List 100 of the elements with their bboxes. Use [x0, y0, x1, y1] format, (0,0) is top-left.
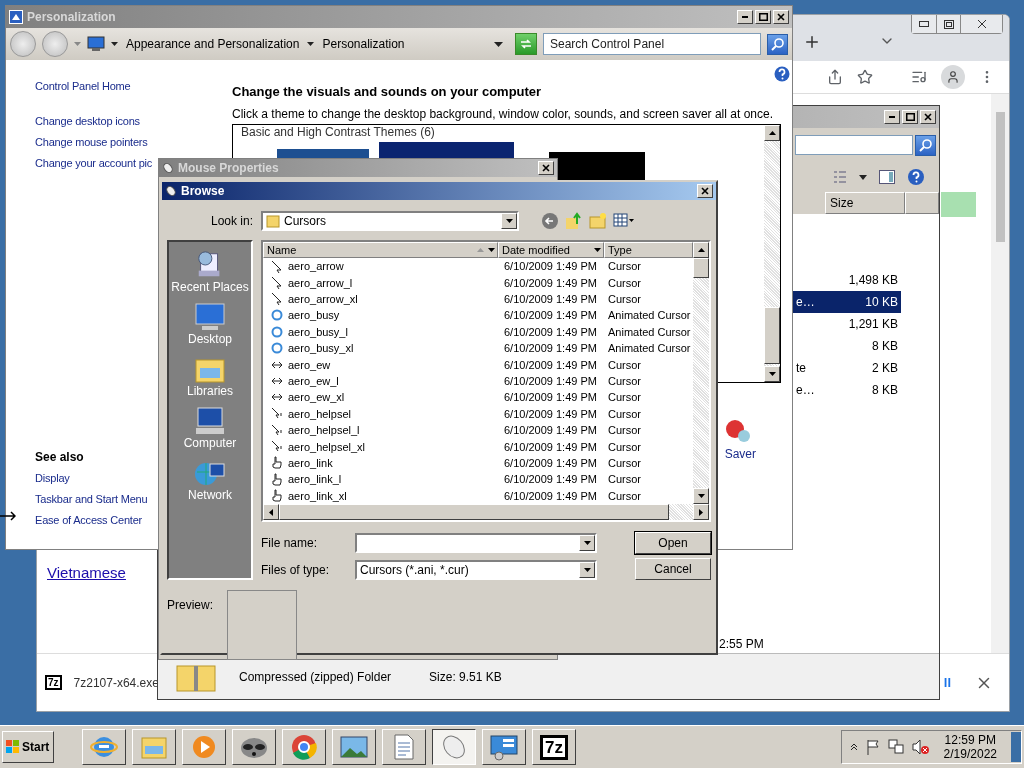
date-modified: 6/10/2009 1:49 PM	[503, 407, 598, 420]
date-modified: 6/10/2009 1:49 PM	[503, 260, 598, 273]
start-button[interactable]: Start	[2, 731, 54, 763]
file-name-field[interactable]	[355, 532, 597, 553]
file-name[interactable]: aero_busy_xl	[288, 342, 354, 355]
close-icon	[542, 164, 550, 172]
place-item[interactable]: Libraries	[169, 350, 251, 402]
person-icon	[946, 70, 960, 84]
task-link[interactable]: Change desktop icons	[35, 111, 231, 132]
place-item[interactable]: Desktop	[169, 298, 251, 350]
file-name[interactable]: aero_ew_l	[288, 374, 339, 387]
file-name[interactable]: aero_helpsel_l	[288, 424, 360, 437]
search-button[interactable]	[767, 33, 788, 55]
maximize-button[interactable]	[755, 10, 771, 24]
restore-button[interactable]	[936, 15, 960, 33]
scroll-thumb[interactable]	[995, 112, 1005, 242]
share-icon	[827, 69, 843, 85]
date-modified: 6/10/2009 1:49 PM	[503, 489, 598, 502]
show-all-link[interactable]: ll	[943, 675, 951, 690]
muted-speaker-icon[interactable]	[911, 739, 930, 755]
breadcrumb-item[interactable]: Personalization	[320, 37, 407, 51]
column-header-blank[interactable]	[905, 192, 939, 214]
taskbar-button[interactable]: 7z	[532, 729, 576, 765]
column-header[interactable]: Name	[263, 242, 498, 258]
scrollbar[interactable]	[693, 242, 709, 504]
chevron-up-icon[interactable]	[849, 743, 858, 751]
view-menu-icon[interactable]	[613, 212, 635, 228]
file-name[interactable]: aero_busy	[288, 309, 340, 322]
close-icon	[777, 13, 785, 21]
minimize-icon	[889, 116, 895, 118]
window-title: Personalization	[27, 10, 116, 24]
breadcrumb-item[interactable]: Appearance and Personalization	[124, 37, 302, 51]
refresh-button[interactable]	[515, 33, 537, 55]
file-name[interactable]: aero_link_l	[288, 473, 342, 486]
minimize-button[interactable]	[737, 10, 753, 24]
ring-cursor-icon	[271, 309, 283, 322]
file-name[interactable]: aero_helpsel	[288, 407, 351, 420]
column-header[interactable]: Date modified	[498, 242, 604, 258]
minimize-button[interactable]	[912, 15, 936, 33]
page-description: Click a theme to change the desktop background, window color, sounds, and screen saver all at once.	[232, 107, 774, 121]
search-field[interactable]: Search Control Panel	[543, 33, 761, 55]
section-heading: See also	[35, 449, 85, 466]
help-icon	[907, 168, 925, 186]
look-in-dropdown[interactable]: Cursors	[261, 211, 519, 231]
date-modified: 6/10/2009 1:49 PM	[503, 473, 598, 486]
minimize-icon	[919, 21, 929, 27]
network-icon[interactable]	[887, 739, 904, 755]
close-button[interactable]	[960, 15, 1002, 33]
date-modified: 6/10/2009 1:49 PM	[503, 342, 598, 355]
open-button[interactable]: Open	[635, 532, 711, 554]
column-header[interactable]: Type	[604, 242, 693, 258]
maximize-button[interactable]	[902, 110, 918, 124]
file-name[interactable]: aero_link	[288, 457, 333, 469]
download-file-name[interactable]: 7z2107-x64.exe	[73, 675, 159, 690]
scroll-down-icon	[768, 372, 776, 376]
file-name: te	[796, 361, 806, 375]
screen-saver-link[interactable]: Saver	[724, 447, 756, 461]
maximize-icon	[905, 113, 915, 121]
view-list-icon	[833, 170, 847, 184]
scrollbar[interactable]	[991, 94, 1009, 653]
taskbar-button[interactable]	[432, 729, 476, 765]
search-field[interactable]	[795, 135, 913, 155]
file-name[interactable]: aero_arrow_xl	[288, 292, 358, 305]
date-modified: 6/10/2009 1:49 PM	[503, 374, 598, 387]
scrollbar[interactable]	[764, 125, 780, 382]
place-item[interactable]: Network	[169, 454, 251, 506]
scroll-thumb[interactable]	[764, 307, 780, 364]
date-modified: 6/10/2009 1:49 PM	[503, 457, 598, 469]
profile-avatar[interactable]	[941, 65, 965, 89]
task-link[interactable]: Change mouse pointers	[35, 132, 231, 153]
chrome-circle-icon	[290, 733, 318, 761]
windows-logo-icon	[6, 740, 20, 754]
flag-icon[interactable]	[865, 739, 880, 755]
place-item[interactable]: Computer	[169, 402, 251, 454]
minimize-button[interactable]	[884, 110, 900, 124]
page-heading: Change the visuals and sounds on your computer	[232, 84, 543, 99]
task-link[interactable]: Control Panel Home	[35, 76, 231, 97]
file-type-dropdown[interactable]: Cursors (*.ani, *.cur)	[355, 559, 597, 580]
refresh-arrows-icon	[519, 38, 533, 50]
file-name[interactable]: aero_link_xl	[288, 489, 347, 502]
search-button[interactable]	[915, 134, 936, 156]
file-type: Animated Cursor	[607, 342, 692, 355]
file-name[interactable]: aero_busy_l	[288, 325, 348, 338]
mouse-icon	[162, 162, 174, 174]
file-type: Cursor	[607, 407, 642, 420]
file-name[interactable]: aero_arrow_l	[288, 276, 353, 289]
date-modified: 6/10/2009 1:49 PM	[503, 391, 598, 404]
place-item[interactable]: Recent Places	[169, 246, 251, 298]
column-header[interactable]: Size	[825, 192, 905, 214]
scroll-thumb[interactable]	[693, 258, 709, 278]
group-heading: Basic and High Contrast Themes (6)	[241, 125, 436, 139]
scroll-left-icon	[269, 508, 273, 516]
file-name[interactable]: aero_ew_xl	[288, 391, 345, 404]
clock-time: 12:59 PM	[944, 733, 996, 747]
file-logo: 7z	[45, 675, 62, 690]
file-name[interactable]: aero_ew	[288, 358, 331, 371]
cancel-button[interactable]: Cancel	[635, 558, 711, 580]
file-name[interactable]: aero_arrow	[288, 260, 344, 273]
file-name[interactable]: aero_helpsel_xl	[288, 440, 366, 453]
date-modified: 6/10/2009 1:49 PM	[503, 309, 598, 322]
